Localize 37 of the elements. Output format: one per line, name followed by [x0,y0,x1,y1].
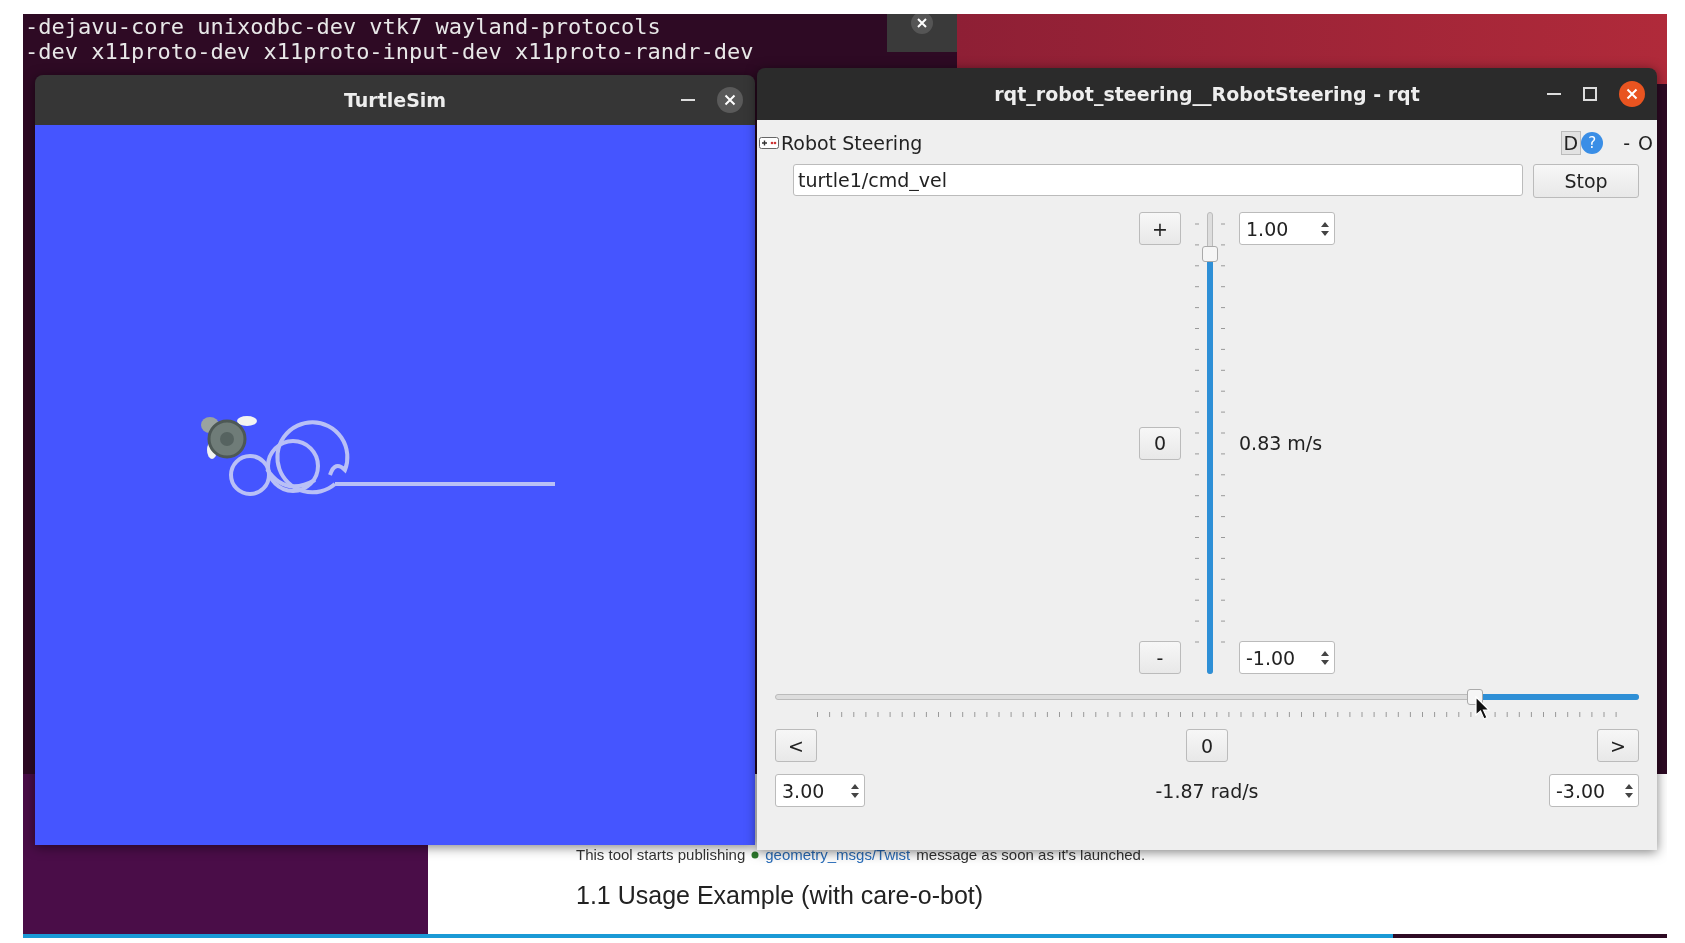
turtle-drawing [201,416,257,459]
speed-reading: 0.83 m/s [1239,432,1323,454]
close-icon[interactable] [1619,81,1645,107]
stop-button[interactable]: Stop [1533,164,1639,198]
gamepad-icon [759,137,779,149]
maximize-icon[interactable] [1583,87,1597,101]
turn-left-button[interactable]: < [775,729,817,762]
reset-button[interactable]: 0 [1186,729,1228,762]
link[interactable]: geometry_msgs/Twist [765,846,911,863]
body-text: This tool starts publishing [576,846,746,863]
min-spin-box[interactable]: -3.00 [1549,774,1639,807]
dock-button[interactable]: D [1560,131,1582,155]
terminal-line: -dejavu-core unixodbc-dev vtk7 wayland-protocols [25,14,662,39]
topic-field[interactable]: turtle1/cmd_vel [793,164,1523,196]
close-icon[interactable] [717,87,743,113]
section-heading: 1.1 Usage Example (with care-o-bot) [576,881,985,910]
body-text: message as soon as it's launched. [916,846,1146,863]
plugin-button[interactable]: O [1638,132,1653,154]
plugin-button[interactable]: - [1623,132,1631,154]
max-spin-box[interactable]: 1.00 [1239,212,1335,245]
decrease-button[interactable]: - [1139,641,1181,674]
minimize-icon[interactable] [1547,92,1561,96]
minimize-icon[interactable] [681,98,695,102]
increase-button[interactable]: + [1139,212,1181,245]
window-title: rqt_robot_steering__RobotSteering - rqt [993,83,1421,105]
turn-rate-reading: -1.87 rad/s [1155,779,1259,802]
turn-right-button[interactable]: > [1597,729,1639,762]
window-title: TurtleSim [342,89,448,111]
max-spin-box[interactable]: 3.00 [775,774,865,807]
plugin-title: Robot Steering [781,132,923,154]
reset-button[interactable]: 0 [1139,426,1181,460]
terminal-line: -dev x11proto-dev x11proto-input-dev x11proto-randr-dev [25,39,754,64]
mouse-pointer-icon [1474,696,1491,720]
bullet-icon [751,850,760,859]
min-spin-box[interactable]: -1.00 [1239,641,1335,674]
slider-handle[interactable] [1202,245,1218,262]
close-icon[interactable] [911,14,933,34]
